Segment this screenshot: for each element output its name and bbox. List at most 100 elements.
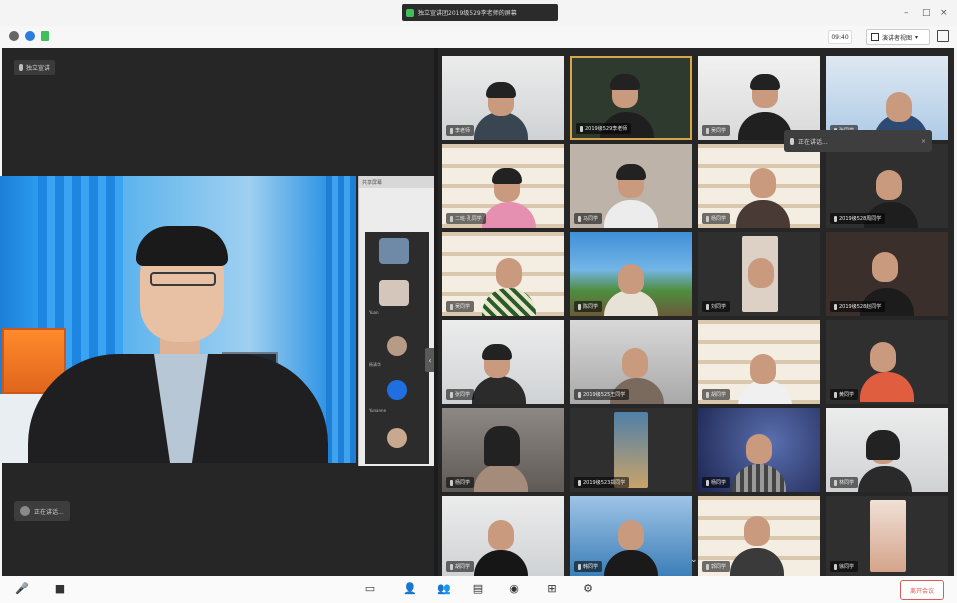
video-tile[interactable]: 徐同学 [826, 496, 948, 576]
view-selector[interactable]: 演讲者视图 ▾ [866, 29, 930, 45]
video-tile[interactable]: 马同学 [570, 144, 692, 228]
avatar[interactable] [387, 428, 407, 448]
video-tile[interactable]: 2019级525王同学 [570, 320, 692, 404]
video-tile[interactable]: 2019级528赵同学 [826, 232, 948, 316]
leave-meeting-button[interactable]: 离开会议 [900, 580, 944, 600]
participant-name: 杨同学 [446, 477, 475, 488]
curtain-right [326, 176, 356, 463]
apps-button[interactable]: ⊞ [544, 580, 560, 596]
video-tile[interactable]: 2019级528周同学 [826, 144, 948, 228]
video-tile[interactable]: 2019级523郑同学 [570, 408, 692, 492]
participant-name: 张同学 [446, 389, 475, 400]
participant-name: 刘同学 [702, 301, 731, 312]
participant-name: 2019级529李老师 [576, 123, 632, 134]
video-tile[interactable]: 张同学 [826, 56, 948, 140]
participant-name: 2019级525王同学 [574, 389, 630, 400]
speaker-person [28, 224, 328, 463]
video-tile[interactable]: 李老师 [442, 56, 564, 140]
participant-name: 胡同学 [446, 561, 475, 572]
mic-icon [706, 479, 709, 486]
participant-name: 2019级528赵同学 [830, 301, 886, 312]
mic-icon [834, 303, 837, 310]
video-tile[interactable]: 林同学 [826, 408, 948, 492]
participant-name: 黄同学 [830, 389, 859, 400]
avatar[interactable] [387, 380, 407, 400]
mini-tile-label: Yunanne [369, 408, 387, 413]
share-screen-button[interactable]: ▭ [362, 580, 378, 596]
video-tile[interactable]: 张同学 [442, 320, 564, 404]
close-button[interactable]: × [940, 8, 948, 18]
settings-icon[interactable]: ⚙ [580, 580, 596, 596]
participants-button[interactable]: 👤 [402, 580, 418, 596]
chat-button[interactable]: ▤ [470, 580, 486, 596]
window-title-bar[interactable]: 独立宣讲团2019级529李老师的屏幕 [402, 4, 558, 21]
mini-video-tile[interactable] [379, 238, 409, 264]
hair [136, 226, 228, 266]
mini-video-tile[interactable] [379, 280, 409, 306]
meeting-info-icon[interactable] [9, 31, 19, 41]
video-tile-active-speaker[interactable]: 2019级529李老师 [570, 56, 692, 140]
window-title: 独立宣讲团2019级529李老师的屏幕 [418, 10, 517, 17]
participant-name: 林同学 [830, 477, 859, 488]
participant-name: 陈同学 [574, 301, 603, 312]
mic-icon [19, 64, 23, 71]
video-tile[interactable]: 郭同学 [698, 496, 820, 576]
mic-icon [578, 563, 581, 570]
video-tile[interactable]: 吴同学 [442, 232, 564, 316]
video-tile[interactable]: 杨同学 [698, 144, 820, 228]
participant-name: 胡同学 [702, 389, 731, 400]
mic-icon [706, 127, 709, 134]
mic-icon [706, 215, 709, 222]
participant-name: 郭同学 [702, 561, 731, 572]
more-participants-button[interactable]: ⌄ [690, 555, 698, 565]
video-tile[interactable]: 胡同学 [698, 320, 820, 404]
meeting-window: 独立宣讲团2019级529李老师的屏幕 – □ × 09:40 演讲者视图 ▾ … [0, 0, 957, 603]
invite-button[interactable]: 👥 [436, 580, 452, 596]
participant-name: 吴同学 [446, 301, 475, 312]
video-tile[interactable]: 二班·孔同学 [442, 144, 564, 228]
camera-button[interactable]: ■ [52, 580, 68, 596]
shield-icon[interactable] [25, 31, 35, 41]
glasses [150, 272, 216, 286]
meeting-stage: 独立宣讲 共享屏幕 Yuan 杨清华 Yunanne 正在讲话... ‹ 李老师… [0, 48, 954, 576]
speaking-popup[interactable]: 正在讲话... × [784, 130, 932, 152]
mic-icon [578, 303, 581, 310]
speaking-indicator-label: 正在讲话... [34, 508, 64, 516]
video-tile[interactable]: 陈同学 [570, 232, 692, 316]
shared-video [0, 176, 356, 463]
fullscreen-icon[interactable] [937, 30, 949, 42]
video-tile[interactable]: 胡同学 [442, 496, 564, 576]
signal-icon [41, 31, 49, 41]
mic-icon [450, 563, 453, 570]
mic-icon [450, 127, 453, 134]
mini-tile-label: 杨清华 [369, 362, 381, 367]
mic-icon [834, 479, 837, 486]
record-button[interactable]: ◉ [506, 580, 522, 596]
video-tile[interactable]: 杨同学 [698, 408, 820, 492]
video-tile[interactable]: 黄同学 [826, 320, 948, 404]
gallery-view: 李老师 2019级529李老师 吴同学 张同学 [438, 48, 954, 576]
mic-icon [450, 479, 453, 486]
mic-icon [450, 303, 453, 310]
mic-icon [450, 391, 453, 398]
video-tile[interactable]: 杨同学 [442, 408, 564, 492]
top-toolbar [0, 26, 957, 48]
maximize-button[interactable]: □ [922, 8, 931, 18]
shared-participant-panel: 共享屏幕 Yuan 杨清华 Yunanne [358, 176, 434, 466]
video-tile[interactable]: 吴同学 [698, 56, 820, 140]
mic-button[interactable]: 🎤 [14, 580, 30, 596]
participant-name: 李老师 [446, 125, 475, 136]
share-status-icon [406, 8, 414, 17]
presenter-tag: 独立宣讲 [14, 60, 56, 75]
avatar[interactable] [387, 336, 407, 356]
video-tile[interactable]: 刘同学 [698, 232, 820, 316]
chevron-down-icon: ▾ [915, 33, 919, 41]
video-tile[interactable]: 韩同学 [570, 496, 692, 576]
mini-tile-label: Yuan [369, 310, 379, 315]
mic-icon [790, 137, 794, 145]
shared-screen-area: 独立宣讲 共享屏幕 Yuan 杨清华 Yunanne 正在讲话... [0, 48, 434, 576]
view-selector-label: 演讲者视图 [882, 34, 913, 42]
mic-icon [834, 391, 837, 398]
close-icon[interactable]: × [921, 138, 926, 145]
minimize-button[interactable]: – [904, 8, 909, 18]
